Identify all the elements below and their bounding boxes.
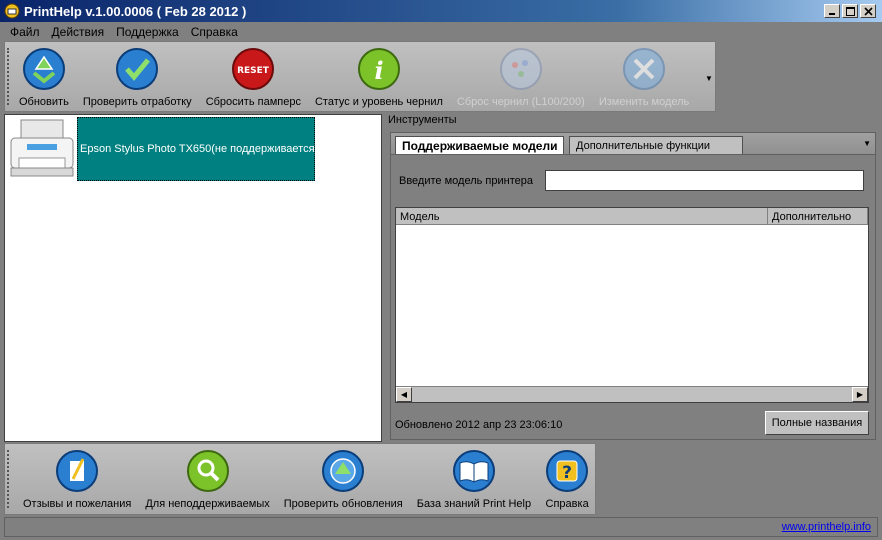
close-icon <box>863 6 873 16</box>
menu-actions[interactable]: Действия <box>46 25 111 39</box>
search-icon <box>186 450 229 492</box>
svg-text:?: ? <box>562 463 572 483</box>
reset-pad-button[interactable]: RESET Сбросить памперс <box>206 47 301 108</box>
tab-supported-models[interactable]: Поддерживаемые модели <box>395 136 565 155</box>
ink-reset-button[interactable]: Сброс чернил (L100/200) <box>457 47 585 108</box>
app-icon <box>4 3 20 19</box>
change-model-label: Изменить модель <box>598 96 690 108</box>
column-model[interactable]: Модель <box>396 208 768 225</box>
book-icon <box>452 450 495 492</box>
tools-icon <box>623 48 666 90</box>
refresh-icon <box>22 48 65 90</box>
maximize-button[interactable] <box>842 4 858 18</box>
model-input[interactable] <box>545 170 864 191</box>
model-field-label: Введите модель принтера <box>399 175 533 187</box>
svg-text:RESET: RESET <box>237 66 270 76</box>
printer-item[interactable]: Epson Stylus Photo TX650(не поддерживает… <box>7 117 318 181</box>
scroll-left-button[interactable]: ◀ <box>396 387 412 402</box>
check-updates-button[interactable]: Проверить обновления <box>284 449 403 510</box>
close-button[interactable] <box>860 4 876 18</box>
toolbar-grip[interactable] <box>7 48 10 105</box>
website-link[interactable]: www.printhelp.info <box>782 521 871 533</box>
arrow-left-icon: ◀ <box>400 390 408 399</box>
reset-icon: RESET <box>232 48 275 90</box>
check-usage-button[interactable]: Проверить отработку <box>83 47 192 108</box>
help-button[interactable]: ? Справка <box>545 449 589 510</box>
printer-icon <box>10 119 74 177</box>
refresh-button[interactable]: Обновить <box>19 47 69 108</box>
tab-content: Введите модель принтера Модель Дополните… <box>390 154 876 440</box>
minimize-button[interactable] <box>824 4 840 18</box>
feedback-icon <box>56 450 99 492</box>
tools-title: Инструменты <box>388 114 457 126</box>
column-extra[interactable]: Дополнительно <box>768 208 868 225</box>
update-icon <box>322 450 365 492</box>
status-bar: www.printhelp.info <box>4 517 878 537</box>
maximize-icon <box>845 6 855 16</box>
feedback-button[interactable]: Отзывы и пожелания <box>23 449 131 510</box>
tab-extra-functions-label: Дополнительные функции <box>576 140 711 152</box>
knowledge-base-label: База знаний Print Help <box>416 498 532 510</box>
ink-reset-icon <box>499 48 542 90</box>
updated-timestamp: Обновлено 2012 апр 23 23:06:10 <box>395 419 563 431</box>
toolbar-grip-bottom[interactable] <box>7 450 10 508</box>
table-header: Модель Дополнительно <box>396 208 868 225</box>
reset-pad-label: Сбросить памперс <box>205 96 301 108</box>
ink-reset-label: Сброс чернил (L100/200) <box>456 96 585 108</box>
toolbar-overflow-icon[interactable]: ▼ <box>705 74 713 83</box>
printer-name: Epson Stylus Photo TX650(не поддерживает… <box>77 117 318 181</box>
check-updates-label: Проверить обновления <box>283 498 403 510</box>
menu-bar: Файл Действия Поддержка Справка <box>0 22 882 41</box>
tab-extra-functions[interactable]: Дополнительные функции <box>569 136 743 155</box>
unsupported-label: Для неподдерживаемых <box>145 498 270 510</box>
svg-text:i: i <box>374 56 383 85</box>
scroll-right-button[interactable]: ▶ <box>852 387 868 402</box>
help-icon: ? <box>546 450 589 492</box>
tab-supported-models-label: Поддерживаемые модели <box>402 139 558 153</box>
horizontal-scrollbar[interactable]: ◀ ▶ <box>396 386 868 402</box>
feedback-label: Отзывы и пожелания <box>23 498 132 510</box>
menu-support[interactable]: Поддержка <box>110 25 185 39</box>
full-names-button[interactable]: Полные названия <box>765 411 869 435</box>
menu-file[interactable]: Файл <box>4 25 46 39</box>
check-usage-label: Проверить отработку <box>82 96 192 108</box>
tabs-dropdown-icon[interactable]: ▼ <box>863 139 871 148</box>
tools-panel: Инструменты Поддерживаемые модели Дополн… <box>386 112 880 442</box>
title-bar: PrintHelp v.1.00.0006 ( Feb 28 2012 ) <box>0 0 882 22</box>
help-label: Справка <box>545 498 589 510</box>
unsupported-button[interactable]: Для неподдерживаемых <box>145 449 270 510</box>
change-model-button[interactable]: Изменить модель <box>599 47 689 108</box>
main-toolbar: Обновить Проверить отработку RESET Сброс… <box>4 41 716 112</box>
minimize-icon <box>829 13 835 15</box>
window-title: PrintHelp v.1.00.0006 ( Feb 28 2012 ) <box>24 3 247 19</box>
bottom-toolbar: Отзывы и пожелания Для неподдерживаемых … <box>4 443 596 515</box>
info-icon: i <box>357 48 400 90</box>
tools-tabs: Поддерживаемые модели Дополнительные фун… <box>390 132 876 155</box>
ink-status-button[interactable]: i Статус и уровень чернил <box>315 47 443 108</box>
refresh-label: Обновить <box>19 96 69 108</box>
models-table[interactable]: Модель Дополнительно ◀ ▶ <box>395 207 869 403</box>
check-icon <box>116 48 159 90</box>
menu-help[interactable]: Справка <box>185 25 244 39</box>
arrow-right-icon: ▶ <box>856 390 864 399</box>
printer-list[interactable]: Epson Stylus Photo TX650(не поддерживает… <box>4 114 382 442</box>
ink-status-label: Статус и уровень чернил <box>314 96 443 108</box>
knowledge-base-button[interactable]: База знаний Print Help <box>417 449 531 510</box>
